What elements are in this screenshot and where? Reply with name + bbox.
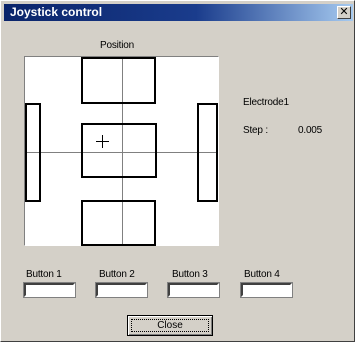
button-1-label: Button 1 — [26, 269, 62, 280]
joystick-zone-left[interactable] — [25, 103, 41, 202]
window-title: Joystick control — [10, 5, 103, 19]
step-label: Step : — [243, 125, 268, 136]
electrode-name: Electrode1 — [243, 97, 289, 108]
button-4-label: Button 4 — [244, 269, 280, 280]
button-3-field[interactable] — [167, 282, 220, 298]
joystick-pad[interactable] — [24, 56, 219, 246]
step-value: 0.005 — [298, 125, 323, 136]
title-bar[interactable]: Joystick control ✕ — [4, 4, 353, 21]
close-button[interactable]: Close — [127, 315, 213, 336]
joystick-zone-center[interactable] — [81, 123, 157, 178]
button-4-field[interactable] — [240, 282, 293, 298]
joystick-cursor-crosshair-icon — [96, 135, 109, 148]
button-3-label: Button 3 — [172, 269, 208, 280]
button-1-field[interactable] — [23, 282, 76, 298]
joystick-control-window: Joystick control ✕ Position Electrode1 S… — [0, 0, 355, 342]
joystick-zone-right[interactable] — [197, 103, 218, 202]
close-icon[interactable]: ✕ — [337, 6, 351, 19]
position-label: Position — [100, 40, 134, 51]
close-button-label: Close — [131, 319, 209, 332]
joystick-zone-up[interactable] — [81, 57, 156, 104]
joystick-zone-down[interactable] — [81, 200, 156, 246]
button-2-label: Button 2 — [99, 269, 135, 280]
button-2-field[interactable] — [95, 282, 148, 298]
